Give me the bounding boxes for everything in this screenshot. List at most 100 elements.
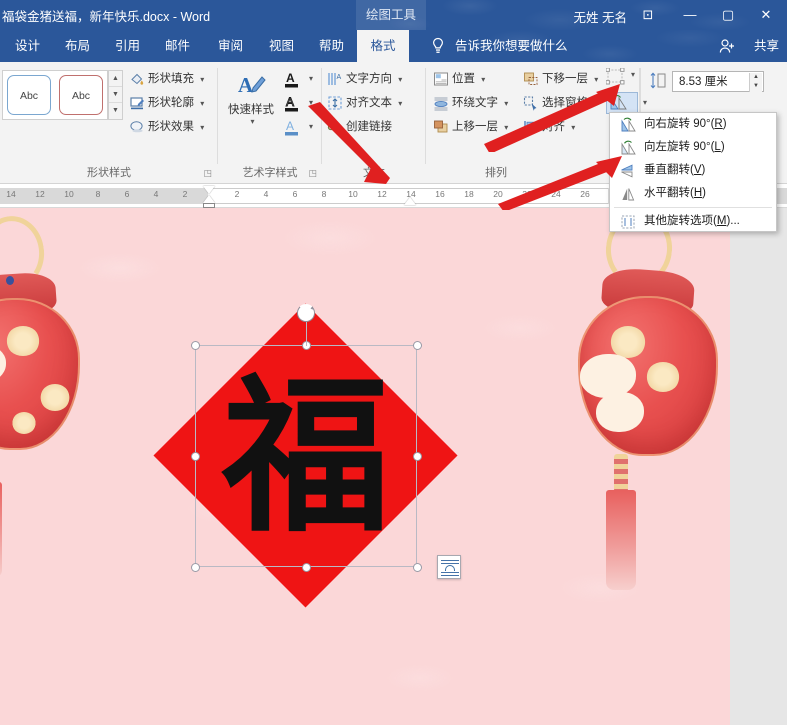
resize-handle-w[interactable] [191,452,200,461]
tab-layout[interactable]: 布局 [54,30,101,62]
close-icon[interactable]: ✕ [745,0,787,30]
menu-item-accesskey: V [693,164,702,176]
position-button[interactable]: 位置 ▾ [432,68,485,90]
tab-mailings[interactable]: 邮件 [154,30,201,62]
group-label-shape-styles: 形状样式 [87,167,131,179]
fortune-bag-right-image [578,208,748,614]
tab-design[interactable]: 设计 [4,30,51,62]
text-direction-caret[interactable]: ▾ [398,75,402,84]
text-fill-button[interactable]: A ▾ [284,68,318,90]
layout-options-icon[interactable] [437,555,461,579]
shape-style-thumb-2[interactable]: Abc [59,75,103,115]
menu-item-flip-vertical[interactable]: 垂直翻转(V) [610,159,776,182]
right-indent-marker[interactable] [404,197,416,205]
menu-item-label: 垂直翻转( [644,164,694,176]
menu-item-more-rotation-options[interactable]: 其他旋转选项(M)... [610,210,776,233]
group-shape-styles: Abc Abc ▲ ▼ ▼ 形状填充 ▾ 形状轮廓 ▾ 形状效果 ▾ 形状样式 … [0,62,218,184]
wordart-quick-styles-caret[interactable]: ▾ [223,117,282,126]
shape-selection-frame[interactable] [195,345,417,567]
height-spin-up[interactable]: ▲ [750,73,762,82]
lightbulb-icon [432,37,444,53]
menu-item-label-post: ) [701,164,706,176]
tab-review[interactable]: 审阅 [207,30,254,62]
resize-handle-ne[interactable] [413,341,422,350]
annotation-arrow-to-flip-vertical [498,156,622,210]
shape-fill-caret[interactable]: ▾ [200,75,204,84]
shape-fill-label: 形状填充 [148,73,194,85]
ruler-tick: 2 [234,189,240,199]
rotate-dropdown-menu[interactable]: 向右旋转 90°(R) 向左旋转 90°(L) 垂直翻转(V) 水平翻转(H) … [609,112,777,232]
shape-styles-dialog-launcher[interactable]: ◳ [203,168,212,179]
resize-handle-e[interactable] [413,452,422,461]
document-area[interactable]: 福 [0,208,787,725]
document-title: 福袋金猪送福，新年快乐.docx - Word [2,10,211,24]
tab-view[interactable]: 视图 [258,30,305,62]
ruler-tick: 12 [35,189,45,199]
shape-effects-icon [130,121,143,133]
ruler-tick: 4 [153,189,159,199]
hanging-indent-marker[interactable] [203,195,215,203]
shape-effects-caret[interactable]: ▾ [200,123,204,132]
gallery-scroll-up[interactable]: ▲ [109,71,122,87]
tab-references[interactable]: 引用 [104,30,151,62]
document-page[interactable]: 福 [0,208,730,725]
resize-handle-sw[interactable] [191,563,200,572]
svg-text:A: A [286,71,295,85]
shape-style-thumb-1[interactable]: Abc [7,75,51,115]
position-label: 位置 [452,73,475,85]
text-direction-button[interactable]: A 文字方向 ▾ [326,68,402,90]
menu-item-label: 向右旋转 90°( [644,118,715,130]
minimize-icon[interactable]: — [669,0,711,30]
shape-fill-button[interactable]: 形状填充 ▾ [128,68,204,90]
ruler-tick: 4 [263,189,269,199]
menu-item-flip-horizontal[interactable]: 水平翻转(H) [610,182,776,205]
annotation-arrow-to-rotate-button [484,84,620,152]
group-objects-caret[interactable]: ▾ [631,70,635,79]
resize-handle-se[interactable] [413,563,422,572]
menu-item-rotate-right-90[interactable]: 向右旋转 90°(R) [610,113,776,136]
wordart-quick-styles-icon: A [238,73,266,97]
shape-effects-button[interactable]: 形状效果 ▾ [128,116,204,138]
ribbon-display-options-icon[interactable]: ⊡ [627,0,669,30]
text-fill-icon: A [285,71,298,88]
shape-effects-label: 形状效果 [148,121,194,133]
ruler-tick: 12 [377,189,387,199]
more-rotation-options-icon [621,215,635,229]
shape-height-input[interactable]: 8.53 厘米 ▲ ▼ [672,71,764,92]
ruler-tick: 16 [435,189,445,199]
maximize-icon[interactable]: ▢ [707,0,749,30]
ruler-tick: 6 [124,189,130,199]
height-spin-down[interactable]: ▼ [750,82,762,91]
menu-item-label: 向左旋转 90°( [644,141,715,153]
annotation-arrow-to-format-tab [308,102,390,184]
ruler-tick: 2 [182,189,188,199]
rotation-handle-icon[interactable] [297,304,315,322]
ruler-tick: 8 [95,189,101,199]
menu-item-label: 水平翻转( [644,187,694,199]
shape-outline-button[interactable]: 形状轮廓 ▾ [128,92,204,114]
menu-item-rotate-left-90[interactable]: 向左旋转 90°(L) [610,136,776,159]
tab-format[interactable]: 格式 [357,30,409,62]
resize-handle-s[interactable] [302,563,311,572]
text-fill-caret[interactable]: ▾ [309,68,313,90]
tab-help[interactable]: 帮助 [308,30,355,62]
wordart-quick-styles-button[interactable]: A 快速样式 ▾ [220,68,282,126]
wrap-text-icon [434,97,448,111]
shape-style-gallery-scrollbar[interactable]: ▲ ▼ ▼ [108,70,123,120]
ribbon-tab-bar: 设计 布局 引用 邮件 审阅 视图 帮助 格式 告诉我你想要做什么 共享 [0,30,787,62]
text-direction-label: 文字方向 [346,73,392,85]
shape-height-icon [650,72,666,89]
share-button[interactable]: 共享 [754,30,779,62]
user-account-name[interactable]: 无姓 无名 [574,7,627,26]
first-line-indent-marker[interactable] [203,186,215,194]
gallery-more[interactable]: ▼ [109,103,122,119]
tell-me-search[interactable]: 告诉我你想要做什么 [455,30,568,62]
menu-item-label-post: ) [720,141,725,153]
shape-outline-caret[interactable]: ▾ [200,99,204,108]
shape-style-gallery[interactable]: Abc Abc [2,70,108,120]
menu-item-accesskey: M [716,215,727,227]
ruler-tick: 10 [64,189,74,199]
gallery-scroll-down[interactable]: ▼ [109,87,122,103]
resize-handle-nw[interactable] [191,341,200,350]
shape-height-spinner[interactable]: ▲ ▼ [749,73,762,92]
